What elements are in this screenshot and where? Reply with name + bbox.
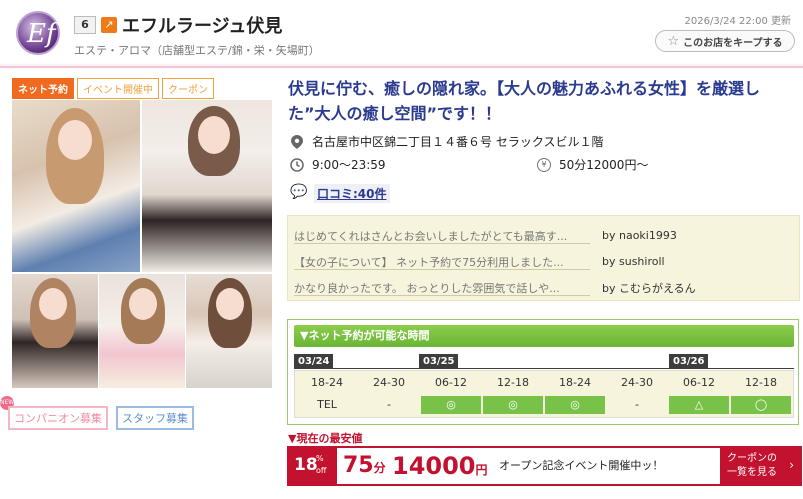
reviews-link[interactable]: 口コミ:40件 (314, 184, 390, 203)
date-label: 03/26 (669, 354, 709, 369)
updated-time: 2026/3/24 22:00 更新 (684, 16, 791, 27)
hours-text: 9:00〜23:59 (312, 158, 386, 172)
star-outline-icon: ☆ (667, 33, 680, 49)
event-text: オープン記念イベント開催中ッ！ (499, 459, 664, 472)
time-header: 06-12 (435, 376, 467, 389)
time-header: 18-24 (559, 376, 591, 389)
keep-shop-button[interactable]: ☆ このお店をキープする (655, 30, 795, 52)
slot-unavailable: - (635, 398, 639, 411)
review-text: かなり良かったです。 おっとりした雰囲気で話しや... (294, 280, 590, 296)
course-minutes: 75分 (343, 453, 386, 478)
review-list: はじめてくれはさんとお会いしましたがとても最高す... by naoki1993… (287, 215, 800, 301)
address-row: 名古屋市中区錦二丁目１４番６号 セラックスビル１階 (290, 133, 603, 150)
map-pin-icon (290, 134, 304, 149)
slot-few[interactable]: △ (669, 396, 729, 414)
time-header: 12-18 (497, 376, 529, 389)
discount-percent: % (316, 454, 324, 463)
staff-recruit-link[interactable]: スタッフ募集 (116, 406, 194, 430)
date-divider (294, 368, 794, 369)
shop-category: エステ・アロマ（店舗型エステ/錦・栄・矢場町） (74, 44, 320, 57)
chevron-right-icon: › (789, 458, 794, 472)
reservation-schedule: ▼ネット予約が可能な時間 03/24 03/25 03/26 18-24 24-… (287, 319, 799, 425)
lowest-price-bar[interactable]: 18 % off 75分 14000円 オープン記念イベント開催中ッ！ クーポン… (287, 446, 802, 486)
shop-logo[interactable]: Ef (16, 11, 60, 55)
lowest-price-label: ▼現在の最安値 (288, 432, 363, 445)
address-text: 名古屋市中区錦二丁目１４番６号 セラックスビル１階 (312, 135, 604, 149)
yen-icon: ¥ (537, 157, 551, 172)
slot-available[interactable]: ◎ (483, 396, 543, 414)
logo-text: Ef (27, 19, 56, 49)
discount-badge: 18 % off (289, 448, 337, 484)
course-price: 14000円 (392, 452, 488, 480)
girl-photo-5[interactable] (186, 274, 272, 388)
rank-up-arrow-icon: ↗ (101, 17, 117, 33)
catch-copy[interactable]: 伏見に佇む、癒しの隠れ家。【大人の魅力あふれる女性】を厳選した”大人の癒し空間”… (288, 76, 793, 126)
rank-badge: 6 (74, 16, 96, 34)
schedule-grid: 18-24 24-30 06-12 12-18 18-24 24-30 06-1… (294, 370, 794, 418)
time-header: 18-24 (311, 376, 343, 389)
slot-tel[interactable]: TEL (297, 396, 357, 414)
date-label: 03/24 (294, 354, 334, 369)
companion-recruit-link[interactable]: コンパニオン募集 (8, 406, 108, 430)
slot-unavailable: - (387, 398, 391, 411)
date-label: 03/25 (419, 354, 459, 369)
shop-header: Ef 6 ↗ エフルラージュ伏見 エステ・アロマ（店舗型エステ/錦・栄・矢場町）… (0, 0, 803, 68)
discount-number: 18 (294, 455, 318, 475)
review-author: by sushiroll (602, 255, 665, 268)
review-item[interactable]: はじめてくれはさんとお会いしましたがとても最高す... by naoki1993 (294, 226, 794, 245)
time-header: 12-18 (745, 376, 777, 389)
keep-label: このお店をキープする (683, 37, 783, 49)
review-text: はじめてくれはさんとお会いしましたがとても最高す... (294, 228, 590, 244)
slot-available[interactable]: ◎ (545, 396, 605, 414)
review-text: 【女の子について】 ネット予約で75分利用しました... (294, 254, 590, 270)
clock-icon (290, 157, 304, 172)
feature-tags: ネット予約 イベント開催中 クーポン (12, 78, 214, 99)
girl-photo-1[interactable] (12, 100, 140, 272)
tag-net-reserve[interactable]: ネット予約 (12, 78, 74, 99)
hours-row: 9:00〜23:59 (290, 156, 386, 173)
photo-gallery (12, 100, 272, 388)
price-text: 50分12000円〜 (559, 158, 649, 172)
coupon-list-button[interactable]: クーポンの 一覧を見る › (720, 448, 800, 484)
tag-event[interactable]: イベント開催中 (77, 78, 159, 99)
time-header: 24-30 (621, 376, 653, 389)
girl-photo-2[interactable] (142, 100, 272, 272)
review-item[interactable]: かなり良かったです。 おっとりした雰囲気で話しや... by こむらがえるん (294, 278, 794, 297)
recruit-links: コンパニオン募集 スタッフ募集 (8, 406, 194, 430)
tag-coupon[interactable]: クーポン (162, 78, 214, 99)
slot-available[interactable]: ◯ (731, 396, 791, 414)
girl-photo-4[interactable] (99, 274, 185, 388)
review-author: by naoki1993 (602, 229, 677, 242)
slot-available[interactable]: ◎ (421, 396, 481, 414)
time-header: 06-12 (683, 376, 715, 389)
shop-name[interactable]: エフルラージュ伏見 (122, 12, 282, 38)
time-header: 24-30 (373, 376, 405, 389)
schedule-title: ▼ネット予約が可能な時間 (294, 325, 794, 347)
girl-photo-3[interactable] (12, 274, 98, 388)
price-row: ¥ 50分12000円〜 (537, 156, 648, 173)
discount-off: off (316, 466, 327, 475)
review-author: by こむらがえるん (602, 281, 696, 295)
speech-bubble-icon: 💬 (290, 184, 308, 200)
review-item[interactable]: 【女の子について】 ネット予約で75分利用しました... by sushirol… (294, 252, 794, 271)
